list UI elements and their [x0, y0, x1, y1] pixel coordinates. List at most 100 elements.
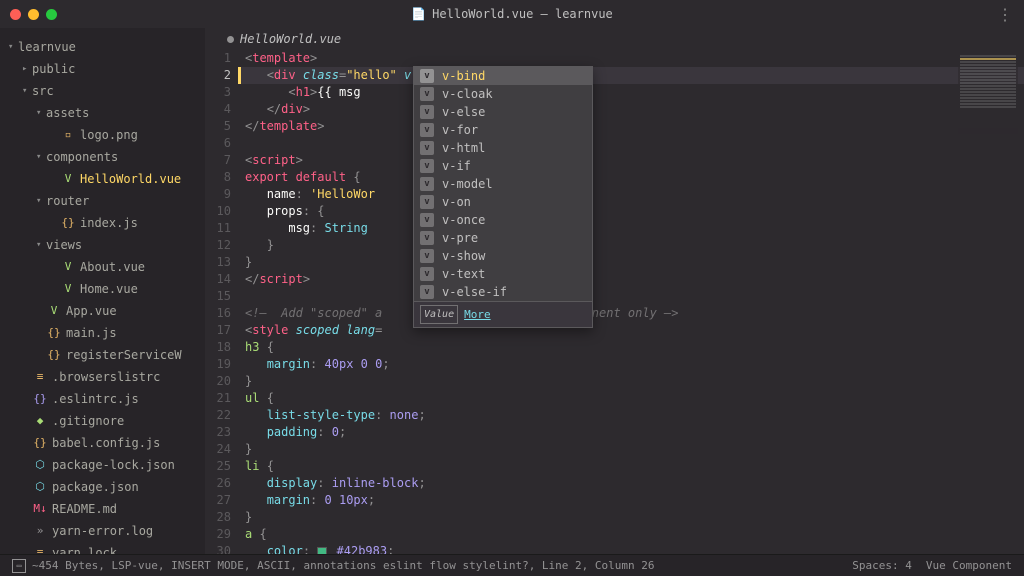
line-number: 9 [205, 186, 231, 203]
tree-item-package-lock-json[interactable]: ⬡package-lock.json [0, 454, 205, 476]
code-lines[interactable]: <template> <div class="hello" v-> <h1>{{… [241, 50, 1024, 554]
status-spaces[interactable]: Spaces: 4 [852, 559, 912, 572]
file-type-icon: ⬡ [32, 478, 48, 496]
tree-item-about-vue[interactable]: VAbout.vue [0, 256, 205, 278]
directive-badge-icon: v [420, 141, 434, 155]
autocomplete-item-v-else-if[interactable]: vv-else-if [414, 283, 592, 301]
line-number: 27 [205, 492, 231, 509]
tree-item-label: public [32, 60, 75, 78]
line-number: 3 [205, 84, 231, 101]
autocomplete-item-label: v-if [442, 158, 471, 175]
autocomplete-item-v-if[interactable]: v v-if [414, 157, 592, 175]
tree-item-yarn-error-log[interactable]: »yarn-error.log [0, 520, 205, 542]
file-type-icon: ≡ [32, 368, 48, 386]
tree-item-yarn-lock[interactable]: ≡yarn.lock [0, 542, 205, 554]
tree-item-label: About.vue [80, 258, 145, 276]
autocomplete-item-v-for[interactable]: vv-for [414, 121, 592, 139]
directive-badge-icon: v [420, 69, 434, 83]
tree-item-src[interactable]: ▾src [0, 80, 205, 102]
chevron-icon: ▾ [22, 82, 32, 100]
chevron-icon: ▾ [36, 104, 46, 122]
tree-item-package-json[interactable]: ⬡package.json [0, 476, 205, 498]
tree-item-label: App.vue [66, 302, 117, 320]
more-icon[interactable]: ⋮ [997, 5, 1014, 24]
line-number: 2 [205, 67, 231, 84]
line-number: 14 [205, 271, 231, 288]
directive-badge-icon: v [420, 267, 434, 281]
autocomplete-item-v-html[interactable]: vv-html [414, 139, 592, 157]
tree-item-main-js[interactable]: {}main.js [0, 322, 205, 344]
tree-item-assets[interactable]: ▾assets [0, 102, 205, 124]
autocomplete-item-label: v-on [442, 194, 471, 211]
tab-helloworld[interactable]: HelloWorld.vue [215, 28, 353, 50]
tree-item-label: yarn.lock [52, 544, 117, 554]
line-number: 28 [205, 509, 231, 526]
tabbar: HelloWorld.vue [205, 28, 1024, 50]
tree-item-registerservicew[interactable]: {}registerServiceW [0, 344, 205, 366]
tree-item-label: index.js [80, 214, 138, 232]
chevron-icon: ▸ [22, 60, 32, 78]
file-type-icon: {} [46, 346, 62, 364]
status-info: ~454 Bytes, LSP-vue, INSERT MODE, ASCII,… [32, 559, 655, 572]
tree-item-label: package.json [52, 478, 139, 496]
line-number: 1 [205, 50, 231, 67]
tree-item-router[interactable]: ▾router [0, 190, 205, 212]
line-number: 5 [205, 118, 231, 135]
file-type-icon: ◆ [32, 412, 48, 430]
directive-badge-icon: v [420, 195, 434, 209]
chevron-icon: ▾ [36, 236, 46, 254]
autocomplete-item-v-else[interactable]: vv-else [414, 103, 592, 121]
tree-item-label: .browserslistrc [52, 368, 160, 386]
line-number: 24 [205, 441, 231, 458]
tree-item-logo-png[interactable]: ▫logo.png [0, 124, 205, 146]
tree-item-label: package-lock.json [52, 456, 175, 474]
file-type-icon: M↓ [32, 500, 48, 518]
tree-item--gitignore[interactable]: ◆.gitignore [0, 410, 205, 432]
status-language[interactable]: Vue Component [926, 559, 1012, 572]
autocomplete-popup[interactable]: vv-bindvv-cloakvv-elsevv-forvv-htmlvv-if… [413, 66, 593, 328]
titlebar: 📄 HelloWorld.vue — learnvue ⋮ [0, 0, 1024, 28]
autocomplete-item-v-text[interactable]: vv-text [414, 265, 592, 283]
autocomplete-item-v-pre[interactable]: vv-pre [414, 229, 592, 247]
autocomplete-more-link[interactable]: More [464, 306, 491, 323]
autocomplete-item-v-show[interactable]: vv-show [414, 247, 592, 265]
chevron-icon: ▾ [36, 148, 46, 166]
minimize-icon[interactable] [28, 9, 39, 20]
tree-item-public[interactable]: ▸public [0, 58, 205, 80]
panel-icon[interactable]: ▭ [12, 559, 26, 573]
tree-item-label: registerServiceW [66, 346, 182, 364]
tree-item-helloworld-vue[interactable]: VHelloWorld.vue [0, 168, 205, 190]
line-number: 10 [205, 203, 231, 220]
line-number: 17 [205, 322, 231, 339]
tree-item-label: views [46, 236, 82, 254]
line-number: 25 [205, 458, 231, 475]
minimap[interactable] [958, 54, 1018, 134]
autocomplete-item-v-once[interactable]: vv-once [414, 211, 592, 229]
file-tree[interactable]: ▾learnvue▸public▾src▾assets▫logo.png▾com… [0, 28, 205, 554]
close-icon[interactable] [10, 9, 21, 20]
tree-item-learnvue[interactable]: ▾learnvue [0, 36, 205, 58]
directive-badge-icon: v [420, 177, 434, 191]
tree-item-babel-config-js[interactable]: {}babel.config.js [0, 432, 205, 454]
line-gutter: 1234567891011121314151617181920212223242… [205, 50, 241, 554]
maximize-icon[interactable] [46, 9, 57, 20]
tree-item-label: src [32, 82, 54, 100]
code-area[interactable]: 1234567891011121314151617181920212223242… [205, 50, 1024, 554]
line-number: 22 [205, 407, 231, 424]
autocomplete-item-v-cloak[interactable]: vv-cloak [414, 85, 592, 103]
tree-item-index-js[interactable]: {}index.js [0, 212, 205, 234]
tree-item-home-vue[interactable]: VHome.vue [0, 278, 205, 300]
tree-item-views[interactable]: ▾views [0, 234, 205, 256]
directive-badge-icon: v [420, 159, 434, 173]
tree-item-components[interactable]: ▾components [0, 146, 205, 168]
autocomplete-item-v-bind[interactable]: vv-bind [414, 67, 592, 85]
tree-item--eslintrc-js[interactable]: {}.eslintrc.js [0, 388, 205, 410]
file-type-icon: ▫ [60, 126, 76, 144]
tree-item-readme-md[interactable]: M↓README.md [0, 498, 205, 520]
tree-item-app-vue[interactable]: VApp.vue [0, 300, 205, 322]
file-type-icon: ⬡ [32, 456, 48, 474]
autocomplete-item-v-model[interactable]: vv-model [414, 175, 592, 193]
tree-item--browserslistrc[interactable]: ≡.browserslistrc [0, 366, 205, 388]
autocomplete-item-v-on[interactable]: v v-on [414, 193, 592, 211]
line-number: 26 [205, 475, 231, 492]
